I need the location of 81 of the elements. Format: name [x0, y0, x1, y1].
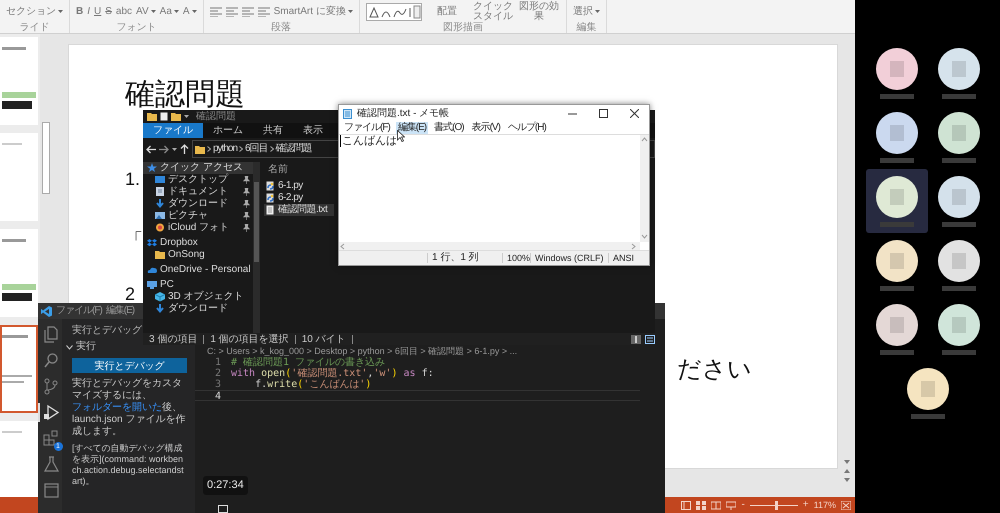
ribbon-group-label: 編集	[575, 22, 598, 33]
line-number: 1	[214, 357, 221, 368]
ribbon-tab[interactable]: 共有	[253, 123, 293, 138]
help-text: [すべての自動デバッグ構成を表示](command: workbench.action.debug.selectandstart)。	[72, 443, 185, 487]
ribbon-button[interactable]: 配置	[426, 6, 468, 16]
format-button[interactable]: S	[105, 6, 112, 16]
window-title: 確認問題	[196, 112, 236, 122]
slide-text: ださい	[677, 356, 752, 384]
code-line: # 確認問題1 ファイルの書き込み	[231, 357, 386, 368]
ribbon-group-label: 図形描画	[442, 22, 484, 33]
nav-item[interactable]: iCloud フォト	[143, 222, 253, 234]
zoom-out-button[interactable]: -	[741, 500, 745, 510]
status-text: 1 個の項目を選択	[210, 334, 296, 344]
menu-item[interactable]: ヘルプ(H)	[506, 122, 548, 134]
menu-item[interactable]: ファイル(F)	[56, 306, 102, 316]
ribbon-button[interactable]: SmartArt に変換	[274, 6, 353, 16]
path-segment[interactable]: 6回目	[245, 144, 268, 154]
run-debug-button[interactable]: 実行とデバッグ	[72, 358, 187, 373]
ribbon-group-label: ライド	[18, 22, 50, 33]
path-segment[interactable]: python	[213, 144, 238, 154]
zoom-reading: 117%	[814, 500, 836, 510]
line-number: 2	[214, 368, 221, 379]
ribbon-tab[interactable]: ファイル	[143, 123, 203, 138]
path-segment[interactable]: 確認問題	[276, 144, 312, 154]
section-label: 実行	[76, 341, 96, 353]
ribbon-button[interactable]: AV	[136, 6, 156, 16]
slide-title: 確認問題	[125, 80, 245, 110]
nav-item[interactable]: ダウンロード	[143, 303, 253, 315]
slide-text: 1.	[125, 168, 140, 191]
menu-item[interactable]: 編集(E)	[106, 306, 134, 316]
status-text: 100%	[502, 253, 530, 263]
format-button[interactable]: abc	[116, 6, 132, 16]
nav-item[interactable]: OnSong	[143, 249, 253, 261]
nav-item[interactable]: 3D オブジェクト	[143, 291, 253, 303]
nav-item[interactable]: ピクチャ	[143, 210, 253, 222]
window-title: 確認問題.txt - メモ帳	[357, 108, 450, 118]
ribbon-group-label: フォント	[115, 22, 158, 33]
code-line: f.write('こんばんは')	[254, 379, 372, 390]
code-line: with open('確認問題.txt','w') as f:	[231, 368, 434, 379]
ribbon-button[interactable]: 選択	[572, 6, 600, 16]
format-button[interactable]: I	[87, 6, 90, 16]
video-timestamp: 0:27:34	[203, 476, 248, 495]
zoom-in-button[interactable]: +	[802, 500, 809, 510]
status-text: ANSI	[608, 253, 634, 263]
nav-item[interactable]: PC	[143, 279, 253, 291]
nav-item[interactable]: ダウンロード	[143, 198, 253, 210]
file-item[interactable]: 6-1.py	[264, 180, 334, 192]
nav-item[interactable]: Dropbox	[143, 237, 253, 249]
status-text: 1 行、1 列	[427, 253, 502, 263]
status-text: 3 個の項目	[149, 334, 204, 344]
ribbon-button[interactable]: A	[182, 6, 197, 16]
ribbon-tab[interactable]: 表示	[293, 123, 333, 138]
nav-item[interactable]: OneDrive - Personal	[143, 264, 253, 276]
ribbon-button[interactable]: Aa	[160, 6, 179, 16]
file-item[interactable]: 確認問題.txt	[264, 204, 334, 216]
panel-title: 実行とデバッグ	[72, 325, 143, 337]
line-number: 3	[214, 379, 221, 390]
column-header[interactable]: 名前	[264, 162, 304, 180]
file-item[interactable]: 6-2.py	[264, 192, 334, 204]
ribbon-button[interactable]: 図形の効果	[518, 2, 560, 22]
status-text: 10 バイト	[302, 334, 353, 344]
link[interactable]: フォルダーを開いた	[72, 402, 162, 413]
menu-item[interactable]: 編集(E)	[396, 122, 428, 134]
ribbon-tab[interactable]: ホーム	[203, 123, 253, 138]
slide-text: 「	[125, 229, 143, 252]
ribbon-group-label: 段落	[270, 22, 292, 33]
help-text: 実行とデバッグをカスタマイズするには、 フォルダーを開いた後、launch.json ファイルを作成します。	[72, 378, 186, 438]
menu-item[interactable]: ファイル(F)	[342, 122, 392, 134]
ribbon-button[interactable]: クイックスタイル	[472, 2, 514, 22]
slide-text: 2	[125, 283, 136, 306]
format-button[interactable]: U	[94, 6, 102, 16]
status-text: Windows (CRLF)	[530, 253, 608, 263]
menu-item[interactable]: 書式(O)	[432, 122, 466, 134]
line-number: 4	[214, 391, 221, 400]
ribbon-button[interactable]: セクション	[6, 6, 63, 16]
nav-item[interactable]: デスクトップ	[143, 174, 253, 186]
nav-item[interactable]: クイック アクセス	[143, 162, 253, 174]
menu-item[interactable]: 表示(V)	[470, 122, 502, 134]
nav-item[interactable]: ドキュメント	[143, 186, 253, 198]
format-button[interactable]: B	[76, 6, 84, 16]
breadcrumb[interactable]: C: > Users > k_kog_000 > Desktop > python > 6回目 > 確認問題 > 6-1.py > ...	[195, 346, 615, 357]
